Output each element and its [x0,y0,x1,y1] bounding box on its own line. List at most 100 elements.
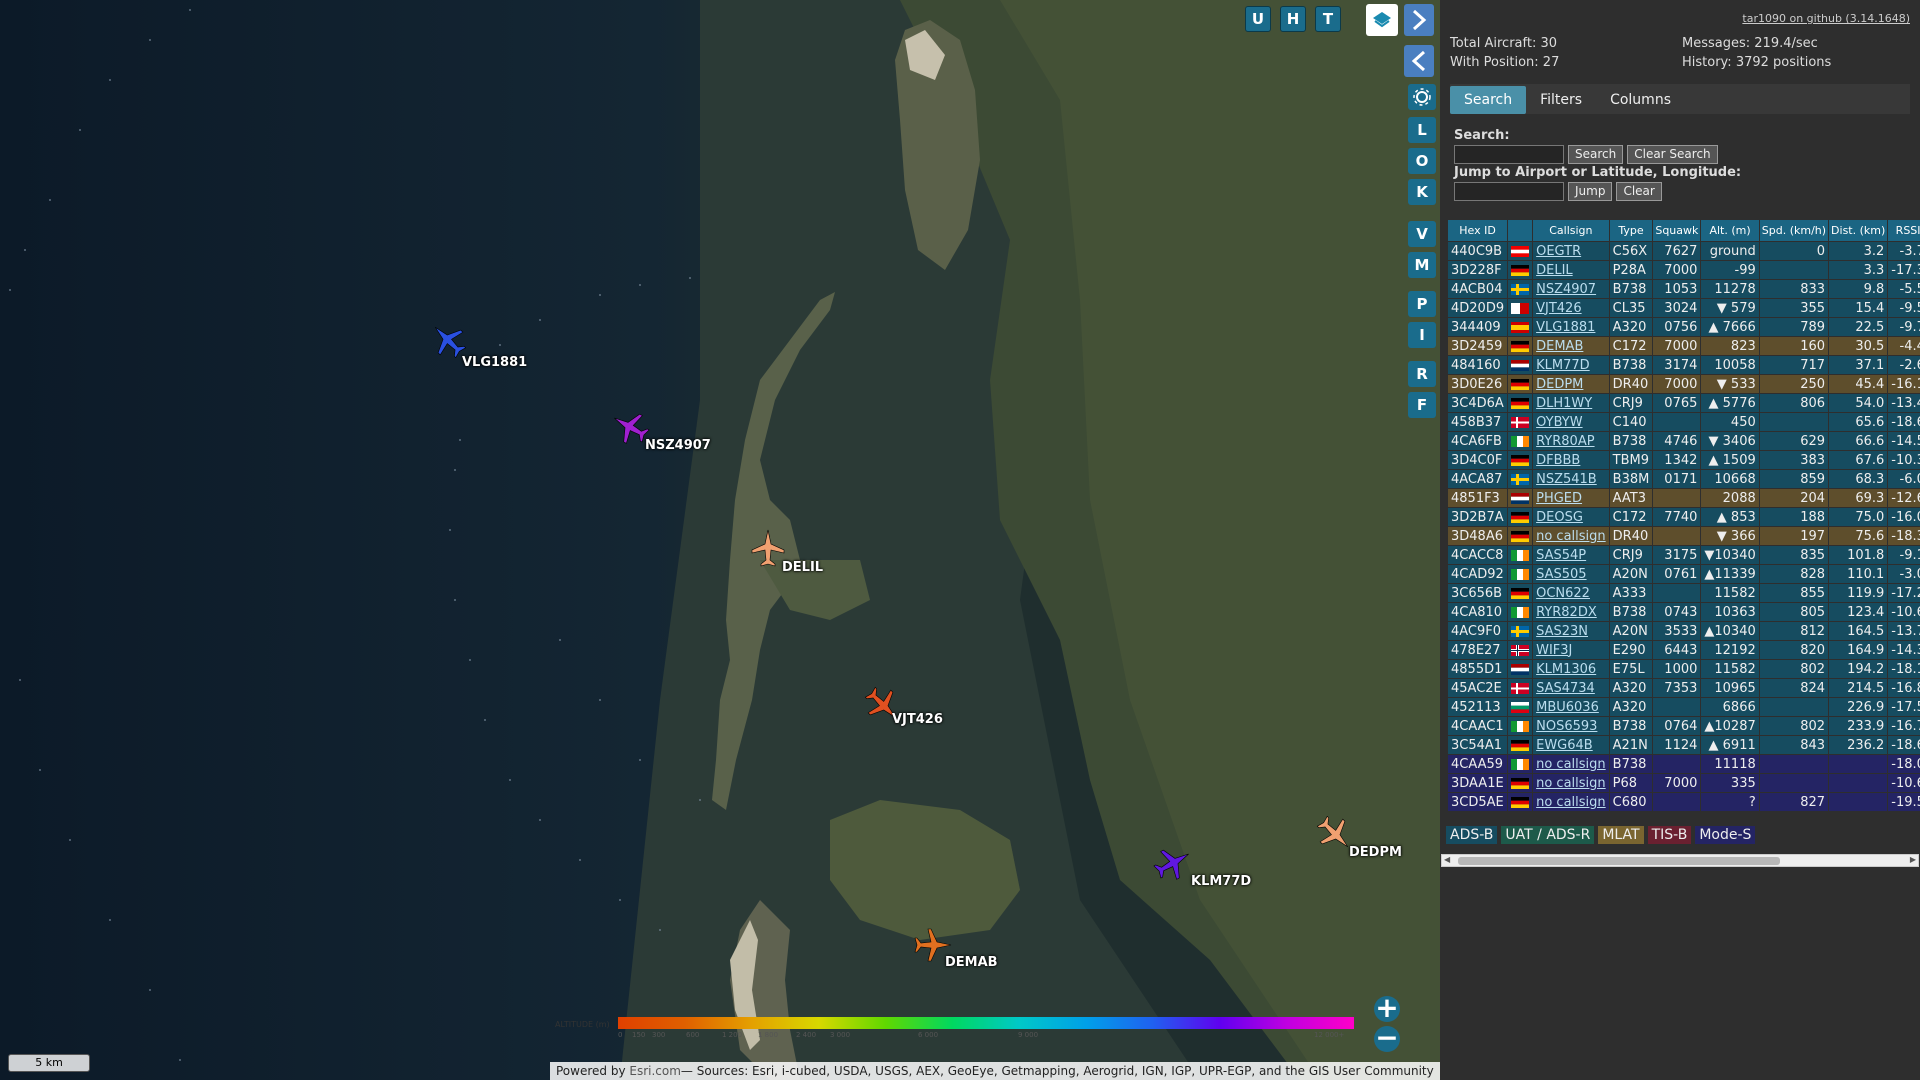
cell-cs[interactable]: NOS6593 [1532,716,1610,736]
table-row[interactable]: 4851F3 PHGEDAAT3 208820469.3-12.6 [1446,488,1920,508]
table-row[interactable]: 4CA6FB RYR80APB7384746▼ 340662966.6-14.5 [1446,431,1920,451]
table-row[interactable]: 4CAA59 no callsignB738 11118 -18.0 [1446,754,1920,774]
cell-cs[interactable]: WIF3J [1532,640,1610,660]
next-aircraft-button[interactable] [1404,4,1434,36]
cell-cs[interactable]: NSZ4907 [1532,279,1610,299]
column-header[interactable] [1507,219,1534,242]
zoom-in-button[interactable]: + [1374,994,1400,1022]
cell-cs[interactable]: OYBYW [1532,412,1610,432]
cell-cs[interactable]: DLH1WY [1532,393,1610,413]
jump-input[interactable] [1454,181,1564,201]
table-row[interactable]: 4AC9F0 SAS23NA20N3533▲10340812164.5-13.7 [1446,621,1920,641]
search-button[interactable]: Search [1568,144,1624,164]
table-row[interactable]: 4CAAC1 NOS6593B7380764▲10287802233.9-16.7 [1446,716,1920,736]
table-row[interactable]: 478E27 WIF3JE290644312192820164.9-14.3 [1446,640,1920,660]
scrollbar-thumb[interactable] [1458,857,1780,865]
column-header[interactable]: Spd. (km/h) [1758,219,1830,242]
table-row[interactable]: 4ACB04 NSZ4907B7381053112788339.8-5.5 [1446,279,1920,299]
table-row[interactable]: 458B37 OYBYWC140 450 65.6-18.6 [1446,412,1920,432]
table-row[interactable]: 3D0E26 DEDPMDR407000▼ 53325045.4-16.1 [1446,374,1920,394]
attribution-link[interactable]: Esri.com [629,1064,681,1078]
column-header[interactable]: Alt. (m) [1700,219,1760,242]
cell-cs[interactable]: DFBBB [1532,450,1610,470]
cell-cs[interactable]: no callsign [1532,773,1610,793]
cell-cs[interactable]: RYR82DX [1532,602,1610,622]
layer-button-t[interactable]: T [1315,6,1341,32]
table-row[interactable]: 484160 KLM77DB73831741005871737.1-2.6 [1446,355,1920,375]
aircraft-marker[interactable] [1151,841,1195,885]
side-button-p[interactable]: P [1408,291,1436,317]
cell-cs[interactable]: DEOSG [1532,507,1610,527]
column-header[interactable]: Callsign [1532,219,1610,242]
table-row[interactable]: 3D4C0F DFBBBTBM91342▲ 150938367.6-10.3 [1446,450,1920,470]
table-row[interactable]: 344409 VLG1881A3200756▲ 766678922.5-9.7 [1446,317,1920,337]
clear-jump-button[interactable]: Clear [1616,181,1662,201]
search-input[interactable] [1454,144,1564,164]
side-button-i[interactable]: I [1408,322,1436,348]
table-row[interactable]: 4CA810 RYR82DXB738074310363805123.4-10.6 [1446,602,1920,622]
table-row[interactable]: 3D228F DELILP28A7000-99 3.3-17.3 [1446,260,1920,280]
side-button-k[interactable]: K [1408,179,1436,205]
table-row[interactable]: 4ACA87 NSZ541BB38M01711066885968.3-6.0 [1446,469,1920,489]
side-button-l[interactable]: L [1408,117,1436,143]
horizontal-scrollbar[interactable]: ◀ ▶ [1441,854,1919,867]
cell-cs[interactable]: SAS4734 [1532,678,1610,698]
cell-cs[interactable]: PHGED [1532,488,1610,508]
table-row[interactable]: 4CAD92 SAS505A20N0761▲11339828110.1-3.0 [1446,564,1920,584]
tab-columns[interactable]: Columns [1596,86,1685,114]
layer-button-h[interactable]: H [1280,6,1306,32]
cell-cs[interactable]: VJT426 [1532,298,1610,318]
cell-cs[interactable]: MBU6036 [1532,697,1610,717]
scroll-right-icon[interactable]: ▶ [1910,855,1916,864]
table-row[interactable]: 3D48A6 no callsignDR40 ▼ 36619775.6-18.3 [1446,526,1920,546]
cell-cs[interactable]: SAS23N [1532,621,1610,641]
layer-select-button[interactable] [1366,4,1398,36]
cell-cs[interactable]: DELIL [1532,260,1610,280]
column-header[interactable]: Squawk [1652,219,1702,242]
cell-cs[interactable]: SAS505 [1532,564,1610,584]
table-row[interactable]: 3D2459 DEMABC172700082316030.5-4.4 [1446,336,1920,356]
table-row[interactable]: 3DAA1E no callsignP687000335 -10.6 [1446,773,1920,793]
table-row[interactable]: 45AC2E SAS4734A320735310965824214.5-16.8 [1446,678,1920,698]
table-row[interactable]: 4CACC8 SAS54PCRJ93175▼10340835101.8-9.1 [1446,545,1920,565]
settings-button[interactable] [1408,84,1436,110]
layer-button-u[interactable]: U [1245,6,1271,32]
table-row[interactable]: 3C656B OCN622A333 11582855119.9-17.2 [1446,583,1920,603]
table-row[interactable]: 4D20D9 VJT426CL353024▼ 57935515.4-9.5 [1446,298,1920,318]
cell-cs[interactable]: no callsign [1532,792,1610,812]
table-row[interactable]: 440C9B OEGTRC56X7627ground03.2-3.7 [1446,241,1920,261]
side-button-r[interactable]: R [1408,361,1436,387]
column-header[interactable]: RSSI [1887,219,1920,242]
table-row[interactable]: 4855D1 KLM1306E75L100011582802194.2-18.1 [1446,659,1920,679]
column-header[interactable]: Dist. (km) [1828,219,1889,242]
cell-cs[interactable]: OCN622 [1532,583,1610,603]
github-link[interactable]: tar1090 on github (3.14.1648) [1742,12,1910,25]
map-view[interactable]: VLG1881 NSZ4907 DELIL VJT426 DEDPM KLM77D DEMA… [0,0,1440,1080]
table-row[interactable]: 3D2B7A DEOSGC1727740▲ 85318875.0-16.0 [1446,507,1920,527]
cell-cs[interactable]: DEMAB [1532,336,1610,356]
table-row[interactable]: 3C4D6A DLH1WYCRJ90765▲ 577680654.0-13.4 [1446,393,1920,413]
zoom-out-button[interactable]: − [1374,1024,1400,1052]
cell-cs[interactable]: no callsign [1532,754,1610,774]
side-button-o[interactable]: O [1408,148,1436,174]
table-row[interactable]: 452113 MBU6036A320 6866 226.9-17.5 [1446,697,1920,717]
jump-button[interactable]: Jump [1568,181,1613,201]
cell-cs[interactable]: VLG1881 [1532,317,1610,337]
cell-cs[interactable]: no callsign [1532,526,1610,546]
cell-cs[interactable]: KLM77D [1532,355,1610,375]
table-row[interactable]: 3C54A1 EWG64BA21N1124▲ 6911843236.2-18.6 [1446,735,1920,755]
cell-cs[interactable]: KLM1306 [1532,659,1610,679]
cell-cs[interactable]: NSZ541B [1532,469,1610,489]
cell-cs[interactable]: EWG64B [1532,735,1610,755]
tab-search[interactable]: Search [1450,86,1527,114]
side-button-v[interactable]: V [1408,221,1436,247]
cell-cs[interactable]: SAS54P [1532,545,1610,565]
clear-search-button[interactable]: Clear Search [1627,144,1718,164]
cell-cs[interactable]: DEDPM [1532,374,1610,394]
side-button-f[interactable]: F [1408,392,1436,418]
scroll-left-icon[interactable]: ◀ [1444,855,1450,864]
table-row[interactable]: 3CD5AE no callsignC680?827 -19.5 [1446,792,1920,812]
previous-aircraft-button[interactable] [1404,45,1434,77]
cell-cs[interactable]: RYR80AP [1532,431,1610,451]
column-header[interactable]: Type [1608,219,1654,242]
